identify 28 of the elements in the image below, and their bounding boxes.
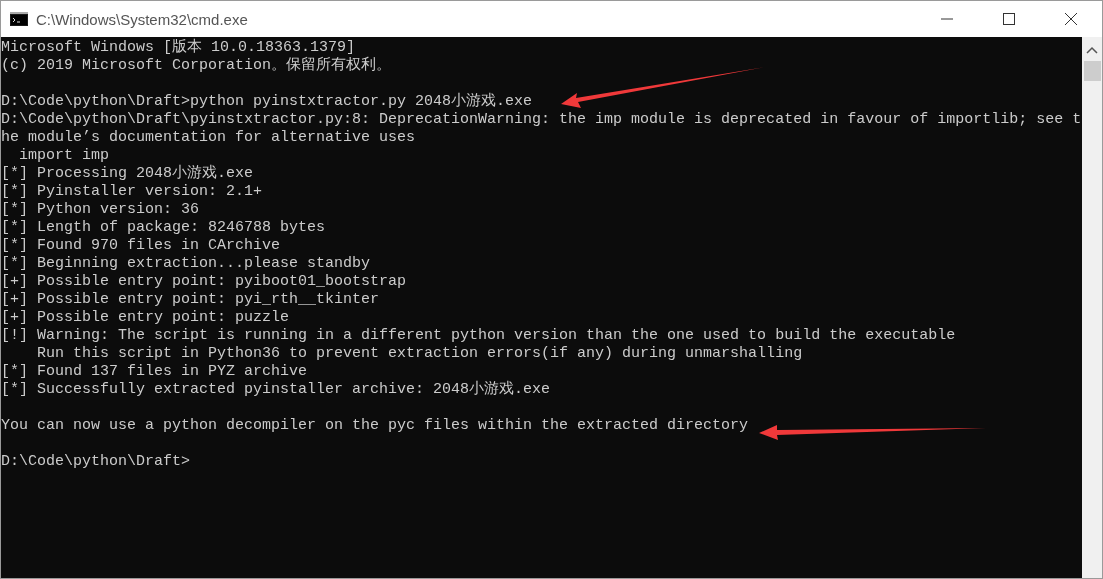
console-line: [*] Successfully extracted pyinstaller archive: 2048小游戏.exe	[1, 381, 551, 399]
console-line: [*] Python version: 36	[1, 201, 200, 219]
console-line: [*] Pyinstaller version: 2.1+	[1, 183, 263, 201]
terminal-icon	[10, 12, 28, 26]
maximize-icon	[1002, 12, 1016, 26]
console-line: You can now use a python decompiler on the pyc files within the extracted directory	[1, 417, 749, 435]
console-line: import imp	[18, 147, 110, 165]
console-line: (c) 2019 Microsoft Corporation。保留所有权利。	[1, 57, 392, 75]
scrollbar[interactable]	[1082, 37, 1102, 578]
console-line: D:\Code\python\Draft\pyinstxtractor.py:8: DeprecationWarning: the imp module is deprecated in favour of importlib; see t	[1, 111, 1082, 129]
console-line: [+] Possible entry point: pyi_rth__tkinter	[1, 291, 380, 309]
console-line: Run this script in Python36 to prevent extraction errors(if any) during unmarshalling	[36, 345, 803, 363]
console-line: [*] Length of package: 8246788 bytes	[1, 219, 326, 237]
console-line: [*] Found 137 files in PYZ archive	[1, 363, 308, 381]
console-line: D:\Code\python\Draft>python pyinstxtractor.py 2048小游戏.exe	[1, 93, 533, 111]
console-line: [!] Warning: The script is running in a different python version than the one used to build the executable	[1, 327, 956, 345]
scrollbar-thumb[interactable]	[1083, 61, 1101, 81]
window-title: C:\Windows\System32\cmd.exe	[36, 10, 249, 28]
console-line: [+] Possible entry point: puzzle	[1, 309, 290, 327]
console-line: Microsoft Windows [版本 10.0.18363.1379]	[1, 39, 356, 57]
close-icon	[1064, 12, 1078, 26]
console-line: D:\Code\python\Draft>	[1, 453, 191, 471]
console-line: [*] Found 970 files in CArchive	[1, 237, 281, 255]
console-line: [*] Processing 2048小游戏.exe	[1, 165, 254, 183]
scroll-up-icon[interactable]	[1086, 45, 1098, 55]
console-line: he module’s documentation for alternative uses	[1, 129, 416, 147]
console-line: [*] Beginning extraction...please standby	[1, 255, 371, 273]
console-line: [+] Possible entry point: pyiboot01_bootstrap	[1, 273, 407, 291]
